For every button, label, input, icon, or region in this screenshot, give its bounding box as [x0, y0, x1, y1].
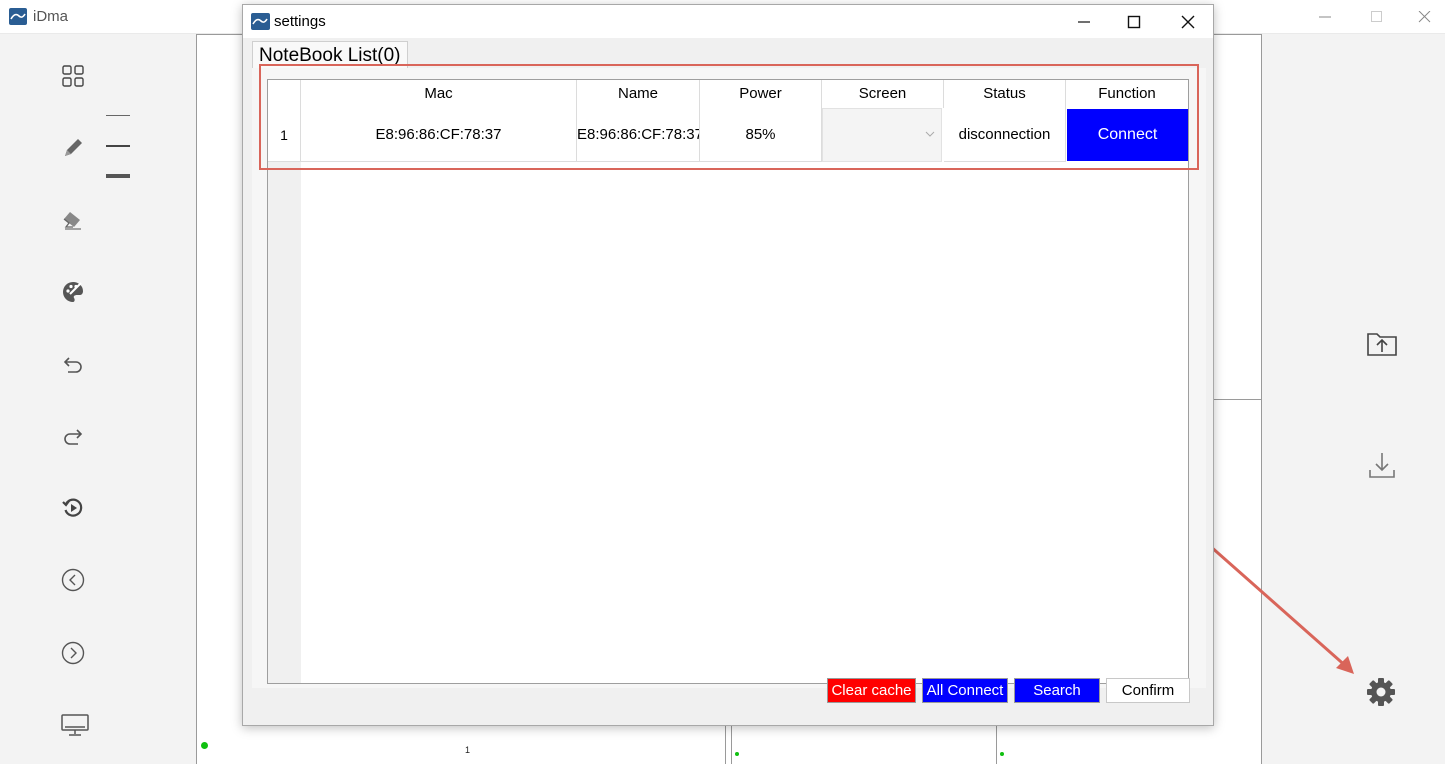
confirm-button[interactable]: Confirm	[1106, 678, 1190, 703]
app-logo-icon	[251, 13, 270, 30]
canvas-divider	[731, 725, 732, 764]
replay-icon[interactable]	[58, 493, 88, 523]
close-button[interactable]	[1412, 6, 1438, 28]
pen-icon[interactable]	[58, 133, 88, 163]
canvas-divider	[725, 725, 726, 764]
grid-icon[interactable]	[58, 61, 88, 91]
eraser-icon[interactable]	[58, 205, 88, 235]
dialog-minimize-button[interactable]	[1069, 9, 1099, 35]
page-number: 1	[465, 745, 471, 755]
right-toolbar	[1262, 34, 1445, 764]
cell-name: E8:96:86:CF:78:37	[577, 108, 700, 162]
column-header-mac: Mac	[301, 80, 577, 108]
minimize-button[interactable]	[1312, 6, 1338, 28]
row-header-column	[268, 80, 301, 683]
page-status-dot	[1000, 752, 1004, 756]
page-status-dot	[735, 752, 739, 756]
previous-page-icon[interactable]	[58, 565, 88, 595]
search-button[interactable]: Search	[1014, 678, 1100, 703]
dialog-title-bar: settings	[243, 5, 1213, 38]
dialog-title: settings	[274, 13, 326, 30]
clear-cache-button[interactable]: Clear cache	[827, 678, 916, 703]
table-corner-cell	[268, 80, 301, 108]
left-toolbar	[0, 34, 196, 764]
notebook-table: Mac Name Power Screen Status Function 1 …	[267, 79, 1189, 684]
monitor-icon[interactable]	[58, 710, 89, 740]
thin-stroke-option[interactable]	[106, 115, 130, 116]
column-header-status: Status	[944, 80, 1066, 108]
dialog-maximize-button[interactable]	[1119, 9, 1149, 35]
medium-stroke-option[interactable]	[106, 145, 130, 147]
cell-power: 85%	[700, 108, 822, 162]
dialog-close-button[interactable]	[1173, 9, 1203, 35]
cell-status: disconnection	[944, 108, 1066, 162]
column-header-name: Name	[577, 80, 700, 108]
column-header-screen: Screen	[822, 80, 944, 108]
settings-dialog: settings NoteBook List(0) Mac Name Power…	[242, 4, 1214, 726]
chevron-down-icon	[925, 131, 935, 137]
upload-folder-icon[interactable]	[1364, 326, 1400, 362]
column-header-power: Power	[700, 80, 822, 108]
tab-notebook-list[interactable]: NoteBook List(0)	[252, 41, 408, 69]
column-header-function: Function	[1066, 80, 1188, 108]
main-window-title: iDma	[33, 8, 69, 25]
palette-icon[interactable]	[58, 277, 88, 307]
canvas-divider	[1213, 399, 1263, 400]
maximize-button[interactable]	[1364, 6, 1390, 28]
download-icon[interactable]	[1364, 448, 1400, 484]
all-connect-button[interactable]: All Connect	[922, 678, 1008, 703]
canvas-divider	[996, 725, 997, 764]
row-index: 1	[268, 108, 301, 162]
gear-icon[interactable]	[1363, 674, 1399, 710]
screen-select[interactable]	[822, 108, 942, 162]
connect-button[interactable]: Connect	[1067, 109, 1188, 161]
redo-icon[interactable]	[58, 421, 88, 451]
cell-mac: E8:96:86:CF:78:37	[301, 108, 577, 162]
thick-stroke-option[interactable]	[106, 174, 130, 178]
page-status-dot	[201, 742, 208, 749]
undo-icon[interactable]	[58, 349, 88, 379]
app-root: iDma 1 settings NoteBook List(0) Mac Nam…	[0, 0, 1445, 764]
app-logo-icon	[9, 8, 27, 25]
next-page-icon[interactable]	[58, 638, 88, 668]
